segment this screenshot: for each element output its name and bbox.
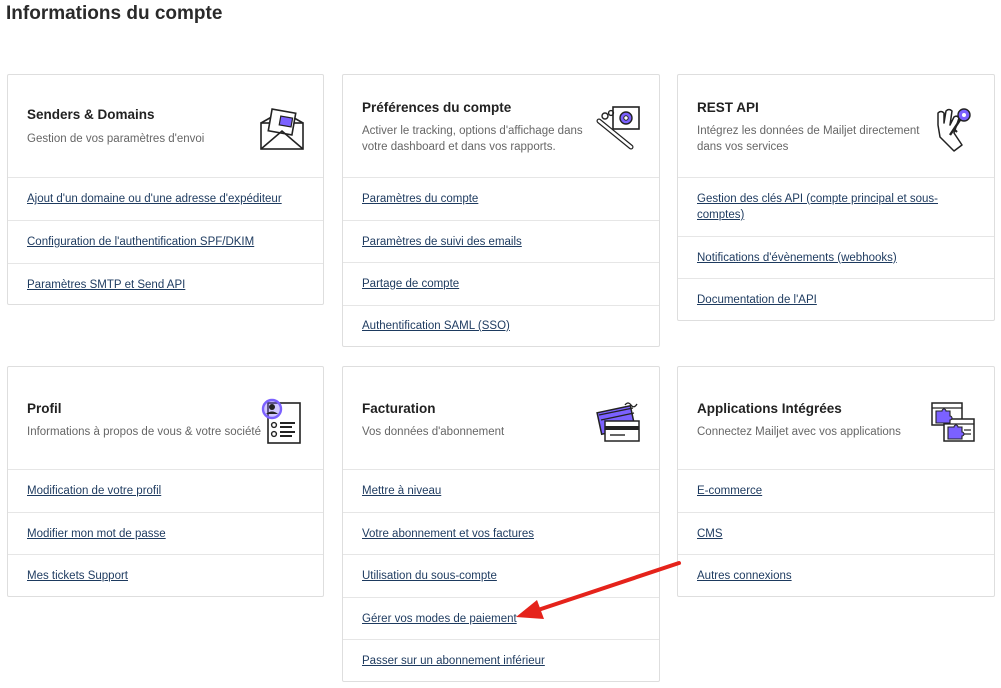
card-description: Connectez Mailjet avec vos applications: [697, 426, 901, 438]
card-header: Senders & Domains Gestion de vos paramèt…: [8, 75, 323, 178]
link-row: Paramètres de suivi des emails: [343, 221, 659, 263]
other-connections-link[interactable]: Autres connexions: [697, 568, 792, 584]
api-docs-link[interactable]: Documentation de l'API: [697, 292, 817, 308]
smtp-send-api-link[interactable]: Paramètres SMTP et Send API: [27, 277, 185, 293]
card-header: Applications Intégrées Connectez Mailjet…: [678, 367, 994, 470]
link-row: Paramètres SMTP et Send API: [8, 264, 323, 305]
api-keys-link[interactable]: Gestion des clés API (compte principal e…: [697, 191, 947, 223]
link-row: Ajout d'un domaine ou d'une adresse d'ex…: [8, 178, 323, 221]
card-title: REST API: [697, 100, 759, 115]
card-description: Activer le tracking, options d'affichage…: [362, 125, 583, 153]
card-description: Intégrez les données de Mailjet directem…: [697, 125, 920, 153]
puzzle-windows-icon: [931, 402, 975, 442]
link-row: Utilisation du sous-compte: [343, 555, 659, 598]
card-title: Préférences du compte: [362, 100, 512, 115]
webhooks-link[interactable]: Notifications d'évènements (webhooks): [697, 250, 897, 266]
page-title: Informations du compte: [6, 3, 223, 24]
wrench-gear-icon: [596, 106, 640, 150]
card-title: Facturation: [362, 401, 436, 416]
add-domain-link[interactable]: Ajout d'un domaine ou d'une adresse d'ex…: [27, 191, 282, 207]
card-title: Profil: [27, 401, 62, 416]
card-title: Applications Intégrées: [697, 401, 842, 416]
credit-card-icon: [596, 402, 640, 442]
account-sharing-link[interactable]: Partage de compte: [362, 276, 459, 292]
link-row: CMS: [678, 513, 994, 555]
email-tracking-link[interactable]: Paramètres de suivi des emails: [362, 234, 522, 250]
card-facturation: Facturation Vos données d'abonnement Met…: [342, 366, 660, 682]
link-row: Gestion des clés API (compte principal e…: [678, 178, 994, 237]
card-description: Vos données d'abonnement: [362, 426, 505, 438]
ecommerce-link[interactable]: E-commerce: [697, 483, 762, 499]
change-password-link[interactable]: Modifier mon mot de passe: [27, 526, 166, 542]
downgrade-link[interactable]: Passer sur un abonnement inférieur: [362, 653, 545, 669]
subscription-invoices-link[interactable]: Votre abonnement et vos factures: [362, 526, 534, 542]
payment-methods-link[interactable]: Gérer vos modes de paiement: [362, 611, 517, 627]
envelope-document-icon: [260, 108, 304, 150]
account-settings-link[interactable]: Paramètres du compte: [362, 191, 478, 207]
upgrade-link[interactable]: Mettre à niveau: [362, 483, 441, 499]
card-applications: Applications Intégrées Connectez Mailjet…: [677, 366, 995, 597]
card-header: REST API Intégrez les données de Mailjet…: [678, 75, 994, 178]
card-title: Senders & Domains: [27, 107, 155, 122]
link-row: Mettre à niveau: [343, 470, 659, 513]
card-profil: Profil Informations à propos de vous & v…: [7, 366, 324, 597]
link-row: Configuration de l'authentification SPF/…: [8, 221, 323, 264]
link-row: Notifications d'évènements (webhooks): [678, 237, 994, 279]
subaccount-usage-link[interactable]: Utilisation du sous-compte: [362, 568, 497, 584]
spf-dkim-link[interactable]: Configuration de l'authentification SPF/…: [27, 234, 254, 250]
link-row: Partage de compte: [343, 263, 659, 306]
link-row: Votre abonnement et vos factures: [343, 513, 659, 555]
card-preferences: Préférences du compte Activer le trackin…: [342, 74, 660, 347]
link-row: Passer sur un abonnement inférieur: [343, 640, 659, 681]
card-header: Profil Informations à propos de vous & v…: [8, 367, 323, 470]
card-senders-domains: Senders & Domains Gestion de vos paramèt…: [7, 74, 324, 305]
link-row: Gérer vos modes de paiement: [343, 598, 659, 640]
link-row: Documentation de l'API: [678, 279, 994, 320]
card-description: Gestion de vos paramètres d'envoi: [27, 133, 205, 145]
link-row: Authentification SAML (SSO): [343, 306, 659, 346]
card-description: Informations à propos de vous & votre so…: [27, 426, 261, 438]
link-row: E-commerce: [678, 470, 994, 513]
card-header: Facturation Vos données d'abonnement: [343, 367, 659, 470]
card-header: Préférences du compte Activer le trackin…: [343, 75, 659, 178]
support-tickets-link[interactable]: Mes tickets Support: [27, 568, 128, 584]
link-row: Mes tickets Support: [8, 555, 323, 596]
link-row: Modification de votre profil: [8, 470, 323, 513]
card-rest-api: REST API Intégrez les données de Mailjet…: [677, 74, 995, 321]
cms-link[interactable]: CMS: [697, 526, 723, 542]
keys-hand-icon: [937, 108, 971, 152]
link-row: Autres connexions: [678, 555, 994, 596]
saml-sso-link[interactable]: Authentification SAML (SSO): [362, 318, 510, 334]
edit-profile-link[interactable]: Modification de votre profil: [27, 483, 161, 499]
link-row: Modifier mon mot de passe: [8, 513, 323, 555]
profile-search-icon: [261, 398, 301, 444]
link-row: Paramètres du compte: [343, 178, 659, 221]
